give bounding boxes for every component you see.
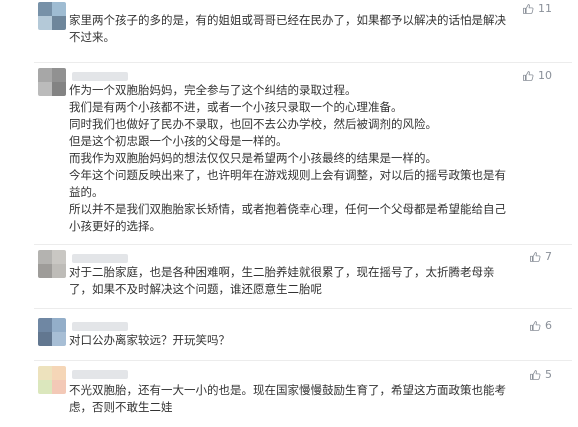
comment-line: 今年这个问题反映出来了，也许明年在游戏规则上会有调整，对以后的摇号政策也是有 (69, 168, 506, 182)
like-count: 10 (538, 69, 552, 82)
comment-line: 所以并不是我们双胞胎家长矫情，或者抱着侥幸心理，任何一个父母都是希望能给自己 (69, 202, 506, 216)
avatar-tile (52, 82, 66, 96)
like-button[interactable]: 7 (529, 250, 552, 263)
comment-line: 对于二胎家庭，也是各种困难啊，生二胎养娃就很累了，现在摇号了，太折腾老母亲 (69, 265, 495, 279)
divider (34, 244, 572, 245)
avatar[interactable] (38, 68, 66, 96)
avatar-tile (52, 318, 66, 332)
avatar[interactable] (38, 250, 66, 278)
avatar-tile (52, 264, 66, 278)
avatar[interactable] (38, 366, 66, 394)
avatar[interactable] (38, 318, 66, 346)
avatar-tile (38, 380, 52, 394)
comment-5: 5 不光双胞胎，还有一大一小的也是。现在国家慢慢鼓励生育了，希望这方面政策也能考… (0, 362, 578, 427)
comment-line: 对口公办离家较远？开玩笑吗？ (69, 333, 230, 347)
comment-line: 而我作为双胞胎妈妈的想法仅仅只是希望两个小孩最终的结果是一样的。 (69, 151, 437, 165)
avatar-tile (52, 250, 66, 264)
comment-text: 家里两个孩子的多的是，有的姐姐或哥哥已经在民办了，如果都予以解决的话怕是解决 不… (69, 12, 569, 46)
avatar-tile (52, 380, 66, 394)
avatar-tile (52, 332, 66, 346)
like-count: 7 (545, 250, 552, 263)
comment-line: 不过来。 (69, 30, 115, 44)
avatar-tile (38, 250, 52, 264)
comment-list: 11 家里两个孩子的多的是，有的姐姐或哥哥已经在民办了，如果都予以解决的话怕是解… (0, 0, 578, 427)
comment-1: 11 家里两个孩子的多的是，有的姐姐或哥哥已经在民办了，如果都予以解决的话怕是解… (0, 0, 578, 64)
comment-text: 对于二胎家庭，也是各种困难啊，生二胎养娃就很累了，现在摇号了，太折腾老母亲 了，… (69, 264, 569, 298)
thumbs-up-icon (530, 369, 541, 380)
comment-3: 7 对于二胎家庭，也是各种困难啊，生二胎养娃就很累了，现在摇号了，太折腾老母亲 … (0, 246, 578, 308)
comment-line: 小孩更好的选择。 (69, 219, 161, 233)
comment-text: 不光双胞胎，还有一大一小的也是。现在国家慢慢鼓励生育了，希望这方面政策也能考 虑… (69, 382, 569, 416)
avatar-tile (38, 264, 52, 278)
avatar-tile (52, 68, 66, 82)
like-button[interactable]: 10 (522, 69, 552, 82)
comment-line: 作为一个双胞胎妈妈，完全参与了这个纠结的录取过程。 (69, 83, 357, 97)
comment-text: 对口公办离家较远？开玩笑吗？ (69, 332, 569, 349)
comment-line: 但是这个初忠跟一个小孩的父母是一样的。 (69, 134, 288, 148)
avatar-tile (38, 82, 52, 96)
comment-line: 家里两个孩子的多的是，有的姐姐或哥哥已经在民办了，如果都予以解决的话怕是解决 (69, 13, 506, 27)
like-button[interactable]: 5 (529, 368, 552, 381)
nickname-redacted (72, 254, 128, 263)
avatar-tile (38, 16, 52, 30)
thumbs-up-icon (530, 320, 541, 331)
comment-line: 同时我们也做好了民办不录取，也回不去公办学校，然后被调剂的风险。 (69, 117, 437, 131)
nickname-redacted (72, 72, 128, 81)
divider (34, 308, 572, 309)
like-button[interactable]: 6 (529, 319, 552, 332)
like-count: 6 (545, 319, 552, 332)
comment-4: 6 对口公办离家较远？开玩笑吗？ (0, 310, 578, 360)
comment-line: 虑，否则不敢生二娃 (69, 400, 173, 414)
like-count: 5 (545, 368, 552, 381)
avatar-tile (52, 16, 66, 30)
nickname-redacted (72, 322, 128, 331)
avatar-tile (38, 68, 52, 82)
comment-line: 了，如果不及时解决这个问题，谁还愿意生二胎呢 (69, 282, 322, 296)
thumbs-up-icon (523, 70, 534, 81)
avatar-tile (38, 2, 52, 16)
avatar-tile (38, 332, 52, 346)
comment-line: 益的。 (69, 185, 104, 199)
thumbs-up-icon (530, 251, 541, 262)
avatar[interactable] (38, 2, 66, 30)
nickname-redacted (72, 370, 128, 379)
avatar-tile (52, 2, 66, 16)
divider (34, 360, 572, 361)
divider (34, 62, 572, 63)
comment-line: 不光双胞胎，还有一大一小的也是。现在国家慢慢鼓励生育了，希望这方面政策也能考 (69, 383, 506, 397)
avatar-tile (38, 366, 52, 380)
avatar-tile (38, 318, 52, 332)
avatar-tile (52, 366, 66, 380)
comment-line: 我们是有两个小孩都不进，或者一个小孩只录取一个的心理准备。 (69, 100, 403, 114)
comment-text: 作为一个双胞胎妈妈，完全参与了这个纠结的录取过程。 我们是有两个小孩都不进，或者… (69, 82, 569, 235)
comment-2: 10 作为一个双胞胎妈妈，完全参与了这个纠结的录取过程。 我们是有两个小孩都不进… (0, 64, 578, 246)
